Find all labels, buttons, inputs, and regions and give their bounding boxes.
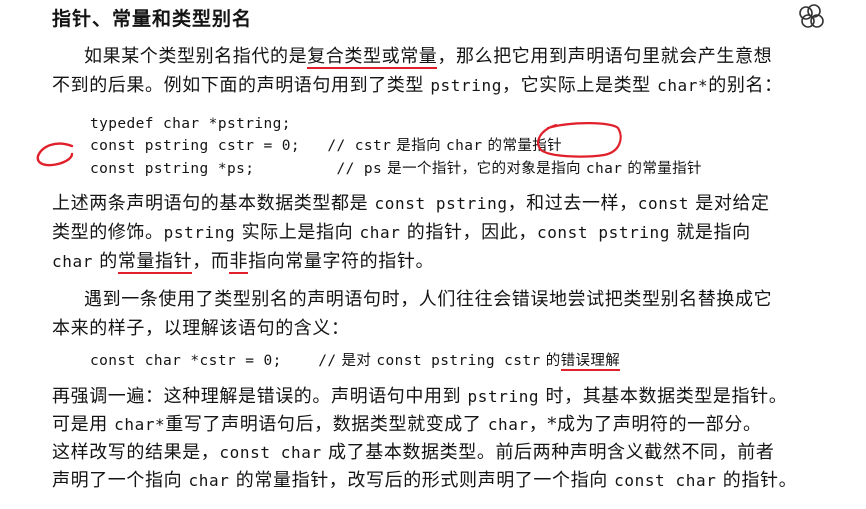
margin-note-icon (799, 4, 824, 28)
highlight-const-pointer: 常量指针 (117, 251, 193, 274)
highlight-misunderstanding: 错误理解 (560, 353, 621, 371)
section-heading: 指针、常量和类型别名 (52, 8, 253, 30)
circled-const-pointer: 常量指针 (502, 138, 563, 154)
paragraph-2-line-3: char 的常量指针，而非指向常量字符的指针。 (52, 251, 435, 274)
code-line-2: const pstring cstr = 0; // cstr 是指向 char… (90, 138, 563, 154)
paragraph-1-line-1: 如果某个类型别名指代的是复合类型或常量，那么把它用到声明语句里就会产生意想 (84, 46, 773, 69)
paragraph-2-line-1: 上述两条声明语句的基本数据类型都是 const pstring，和过去一样，co… (52, 193, 770, 214)
paragraph-1-line-2: 不到的后果。例如下面的声明语句用到了类型 pstring，它实际上是类型 cha… (52, 75, 783, 96)
paragraph-3-line-1: 遇到一条使用了类型别名的声明语句时，人们往往会错误地尝试把类型别名替换成它 (84, 289, 773, 310)
paragraph-3-line-2: 本来的样子，以理解该语句的含义： (52, 318, 350, 339)
paragraph-4-line-1: 再强调一遍：这种理解是错误的。声明语句中用到 pstring 时，其基本数据类型… (52, 386, 788, 407)
paragraph-2-line-2: 类型的修饰。pstring 实际上是指向 char 的指针，因此，const p… (52, 222, 751, 243)
paragraph-4-line-4: 声明了一个指向 char 的常量指针，改写后的形式则声明了一个指向 const … (52, 470, 798, 491)
paragraph-4-line-2: 可是用 char*重写了声明语句后，数据类型就变成了 char，*成为了声明符的… (52, 414, 762, 435)
margin-scribble-mark (36, 142, 74, 167)
paragraph-4-line-3: 这样改写的结果是，const char 成了基本数据类型。前后两种声明含义截然不… (52, 442, 775, 463)
code-wrong-line: const char *cstr = 0; // 是对 const pstrin… (90, 353, 621, 371)
highlight-not: 非 (229, 251, 249, 274)
highlight-compound-or-const: 复合类型或常量 (307, 46, 438, 69)
code-line-3: const pstring *ps; // ps 是一个指针，它的对象是指向 c… (90, 161, 702, 177)
code-line-1: typedef char *pstring; (90, 116, 291, 132)
